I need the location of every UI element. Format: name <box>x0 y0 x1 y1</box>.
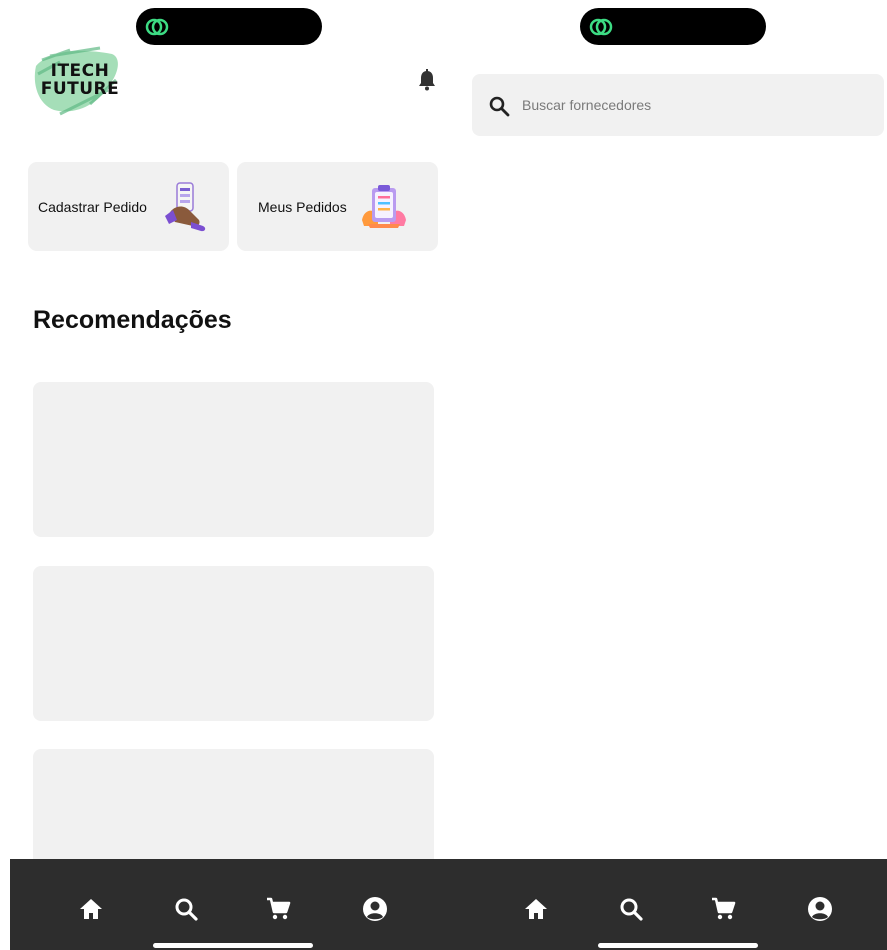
bell-icon[interactable] <box>416 68 438 92</box>
link-icon <box>145 18 169 36</box>
account-icon[interactable] <box>806 895 834 923</box>
cart-icon[interactable] <box>264 895 292 923</box>
search-icon <box>489 96 510 117</box>
search-bar[interactable] <box>472 74 884 136</box>
home-screen: ITECH FUTURE Cadastrar Pedido Meus Pedid… <box>0 0 444 950</box>
dynamic-island <box>580 8 766 45</box>
account-icon[interactable] <box>361 895 389 923</box>
home-icon[interactable] <box>522 895 550 923</box>
meus-pedidos-label: Meus Pedidos <box>258 199 347 215</box>
search-icon[interactable] <box>617 895 645 923</box>
search-icon[interactable] <box>172 895 200 923</box>
search-input[interactable] <box>522 90 862 120</box>
cart-icon[interactable] <box>709 895 737 923</box>
home-indicator <box>153 943 313 948</box>
cadastrar-pedido-button[interactable]: Cadastrar Pedido <box>28 162 229 251</box>
home-icon[interactable] <box>77 895 105 923</box>
link-icon <box>589 18 613 36</box>
app-logo: ITECH FUTURE <box>30 44 126 120</box>
tab-bar <box>10 859 444 950</box>
search-screen <box>444 0 887 950</box>
tab-bar <box>444 859 887 950</box>
logo-text: ITECH FUTURE <box>40 61 120 99</box>
dynamic-island <box>136 8 322 45</box>
meus-pedidos-button[interactable]: Meus Pedidos <box>237 162 438 251</box>
recommendation-card[interactable] <box>33 382 434 537</box>
recommendations-title: Recomendações <box>33 306 232 334</box>
clipboard-icon <box>362 185 406 228</box>
recommendation-card[interactable] <box>33 749 434 869</box>
cadastrar-pedido-label: Cadastrar Pedido <box>38 199 147 215</box>
phone-hand-icon <box>165 182 206 232</box>
recommendation-card[interactable] <box>33 566 434 721</box>
home-indicator <box>598 943 758 948</box>
